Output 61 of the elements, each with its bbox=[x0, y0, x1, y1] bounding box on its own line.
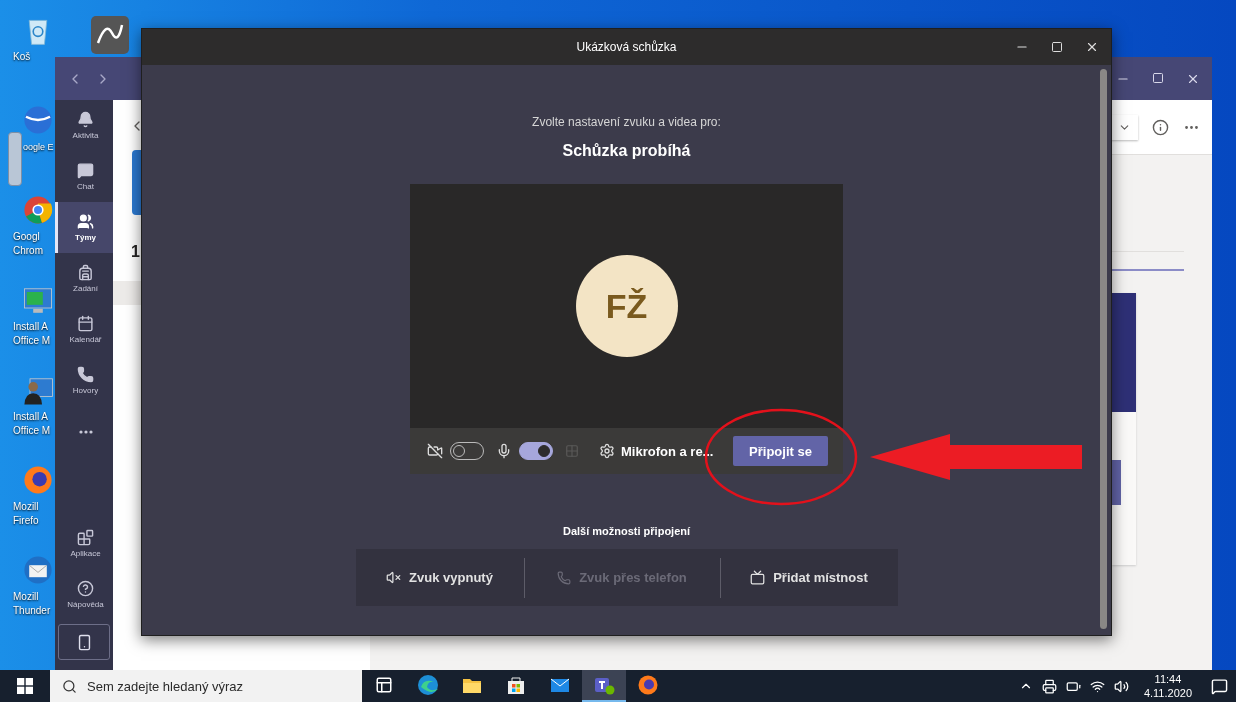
camera-off-icon bbox=[427, 443, 443, 459]
maximize-icon[interactable] bbox=[1152, 71, 1164, 84]
phone-icon bbox=[77, 366, 94, 383]
search-icon bbox=[62, 678, 77, 694]
rail-item[interactable]: Nápověda bbox=[55, 569, 113, 620]
rail-item[interactable]: Zadání bbox=[55, 253, 113, 304]
task-view-icon bbox=[375, 676, 393, 694]
dropdown[interactable] bbox=[1110, 114, 1138, 140]
rail-item[interactable]: Kalendář bbox=[55, 304, 113, 355]
microphone-toggle[interactable] bbox=[519, 442, 553, 460]
prompt-text: Zvolte nastavení zvuku a videa pro: bbox=[532, 115, 721, 129]
pen-icon[interactable] bbox=[90, 15, 130, 55]
maximize-icon[interactable] bbox=[1051, 41, 1063, 53]
shopping-bag-icon bbox=[505, 674, 527, 696]
option-button[interactable]: Přidat místnost bbox=[719, 557, 898, 598]
rail-item[interactable]: Týmy bbox=[55, 202, 113, 253]
chat-icon bbox=[77, 162, 94, 179]
speaker-muted-icon bbox=[386, 570, 402, 585]
desktop-icon-label[interactable]: oogle E bbox=[23, 140, 54, 154]
bell-icon bbox=[77, 111, 94, 128]
rail-item[interactable]: Hovory bbox=[55, 355, 113, 406]
globe-icon bbox=[22, 104, 54, 136]
people-icon bbox=[77, 213, 94, 230]
close-icon[interactable] bbox=[1085, 40, 1099, 54]
apps-icon bbox=[77, 529, 94, 546]
notifications-icon[interactable] bbox=[1211, 677, 1228, 695]
calendar-icon bbox=[77, 315, 94, 332]
search-field[interactable]: Sem zadejte hledaný výraz bbox=[50, 670, 362, 702]
desktop-icon-label[interactable]: Install A Office M bbox=[13, 320, 51, 348]
clock[interactable]: 11:44 4.11.2020 bbox=[1143, 672, 1192, 700]
windows-icon bbox=[17, 678, 33, 694]
help-icon bbox=[77, 580, 94, 597]
rail-item[interactable]: Aplikace bbox=[55, 518, 113, 569]
info-icon[interactable] bbox=[1152, 118, 1169, 136]
screen-icon bbox=[750, 570, 766, 585]
settings-icon[interactable] bbox=[599, 443, 615, 459]
printer-icon[interactable] bbox=[1041, 678, 1057, 694]
device-button[interactable] bbox=[58, 624, 110, 660]
window-title: Ukázková schůzka bbox=[576, 40, 677, 54]
option-button[interactable]: Zvuk vypnutý bbox=[355, 557, 524, 598]
fox-globe-icon bbox=[637, 674, 659, 696]
envelope-globe-icon bbox=[22, 554, 54, 586]
rail-item[interactable]: Chat bbox=[55, 151, 113, 202]
join-button[interactable]: Připojit se bbox=[733, 436, 828, 466]
backpack-icon bbox=[77, 264, 94, 281]
grid-icon bbox=[565, 444, 579, 458]
fox-globe-icon bbox=[22, 464, 54, 496]
options-heading: Další možnosti připojení bbox=[562, 525, 691, 537]
scrollbar[interactable] bbox=[1100, 69, 1107, 629]
team-title: 1 bbox=[131, 243, 141, 261]
microphone-icon bbox=[496, 443, 512, 459]
round-logo-icon bbox=[22, 194, 54, 226]
meeting-name: Schůzka probíhá bbox=[562, 142, 691, 160]
desktop-icon-label[interactable]: Install A Office M bbox=[13, 410, 51, 438]
wave-logo-icon bbox=[417, 674, 439, 696]
volume-icon[interactable] bbox=[1113, 678, 1129, 694]
phone-icon bbox=[557, 570, 572, 585]
avatar: FŽ bbox=[575, 255, 678, 357]
wifi-icon[interactable] bbox=[1089, 678, 1105, 694]
rail-item[interactable]: Aktivita bbox=[55, 100, 113, 151]
more-icon bbox=[78, 429, 93, 434]
